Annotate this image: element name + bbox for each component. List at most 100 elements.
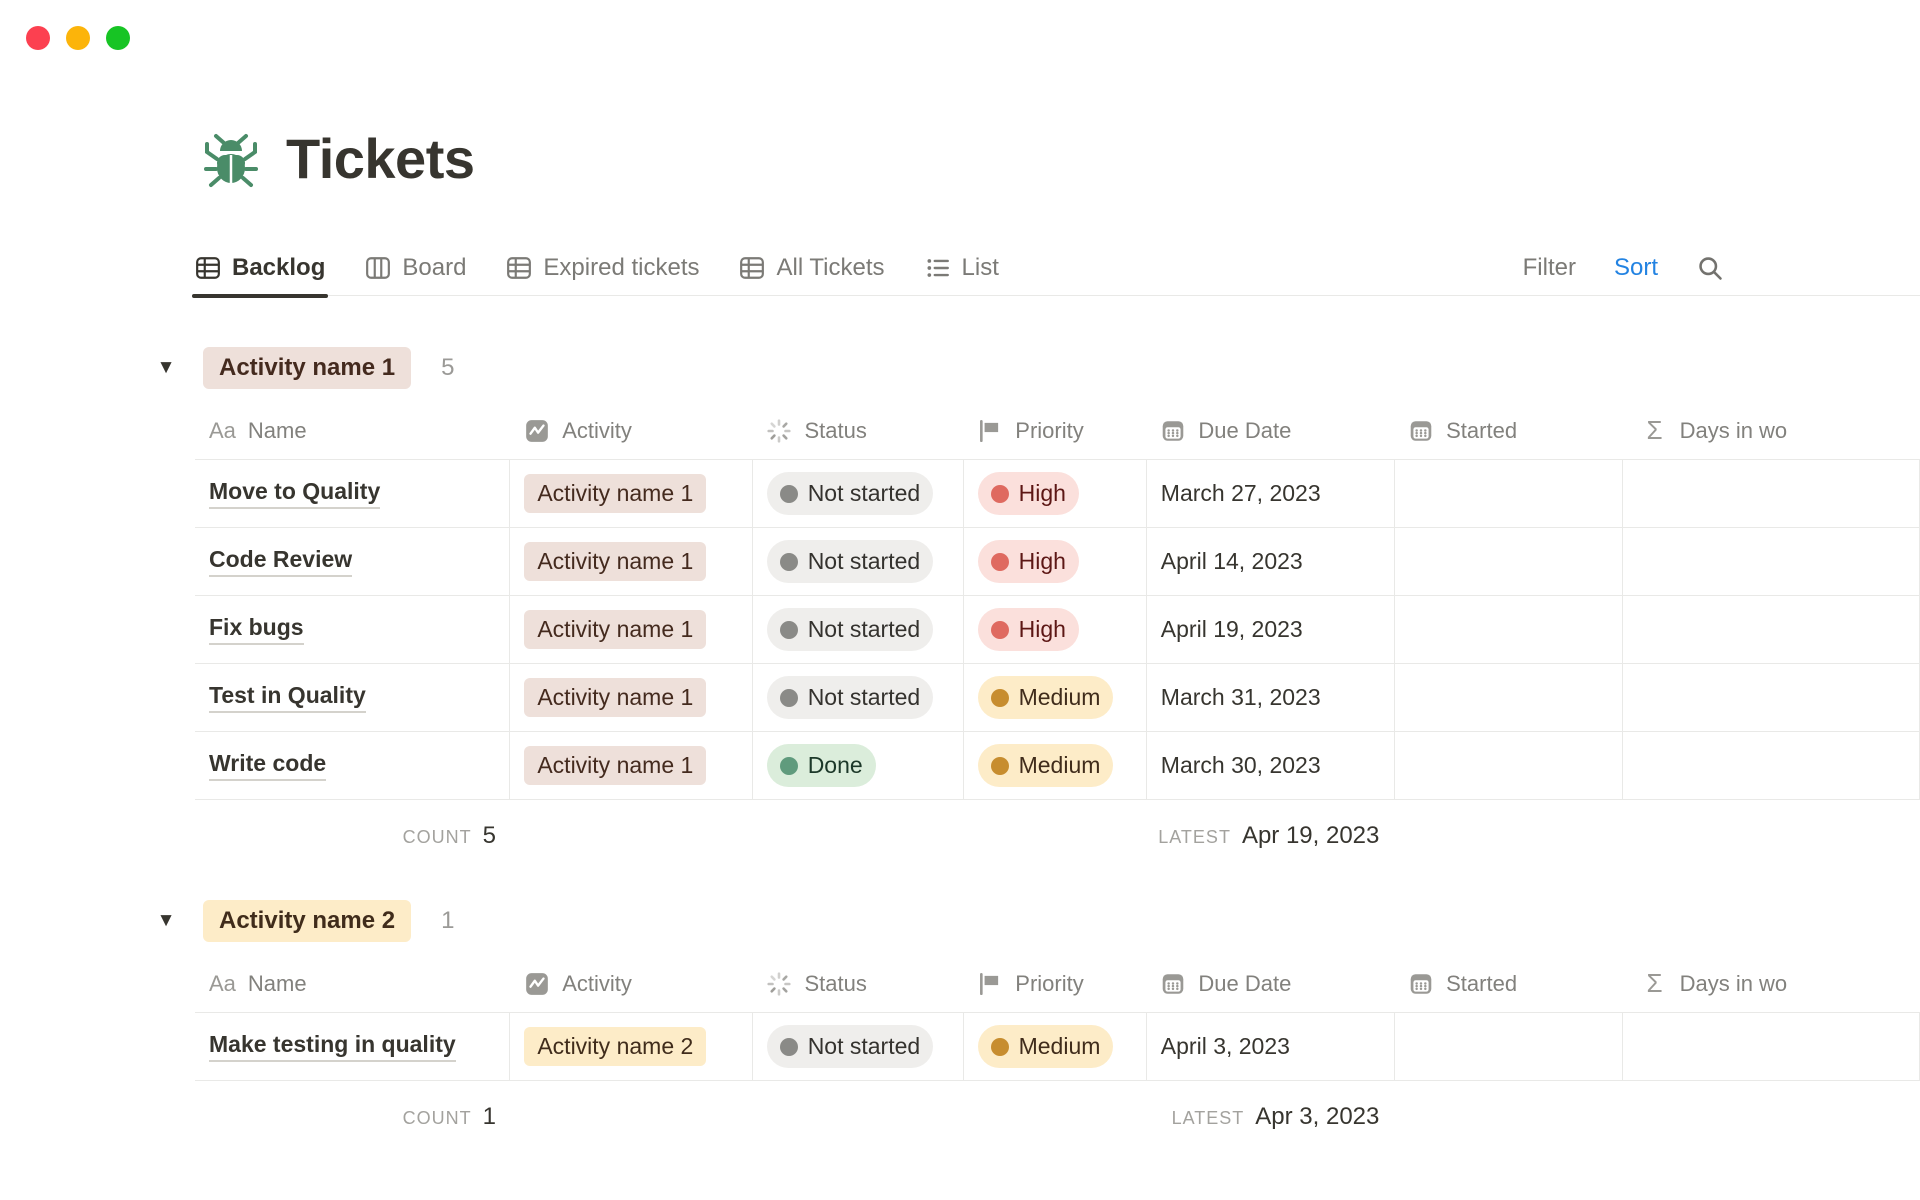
count-aggregate[interactable]: COUNT 1 <box>195 1103 510 1131</box>
column-header-started[interactable]: Started <box>1394 418 1622 444</box>
sort-button[interactable]: Sort <box>1614 254 1658 282</box>
column-label: Activity <box>562 418 632 444</box>
priority-cell[interactable]: Medium <box>964 1013 1147 1080</box>
tab-backlog[interactable]: Backlog <box>195 240 325 296</box>
due-date-cell[interactable]: April 19, 2023 <box>1147 596 1395 663</box>
group-tag[interactable]: Activity name 1 <box>203 347 411 389</box>
days-in-work-cell[interactable] <box>1623 664 1920 731</box>
priority-cell[interactable]: Medium <box>964 732 1147 799</box>
ticket-row[interactable]: Make testing in quality Activity name 2 … <box>195 1013 1920 1081</box>
name-cell[interactable]: Code Review <box>195 528 510 595</box>
ticket-row[interactable]: Code Review Activity name 1 Not started … <box>195 528 1920 596</box>
ticket-row[interactable]: Test in Quality Activity name 1 Not star… <box>195 664 1920 732</box>
started-cell[interactable] <box>1395 1013 1623 1080</box>
due-date-cell[interactable]: April 14, 2023 <box>1147 528 1395 595</box>
activity-cell[interactable]: Activity name 1 <box>510 596 752 663</box>
due-date-cell[interactable]: March 30, 2023 <box>1147 732 1395 799</box>
collapse-toggle-icon[interactable]: ▼ <box>150 910 182 932</box>
status-cell[interactable]: Not started <box>753 1013 964 1080</box>
priority-cell[interactable]: High <box>964 460 1147 527</box>
started-cell[interactable] <box>1395 460 1623 527</box>
ticket-name-link[interactable]: Test in Quality <box>209 682 366 713</box>
column-header-name[interactable]: Aa Name <box>195 971 510 997</box>
activity-cell[interactable]: Activity name 1 <box>510 732 752 799</box>
group-activity-name-2: ▼ Activity name 2 1 Aa Name Activity Sta… <box>0 898 1920 1153</box>
status-cell[interactable]: Not started <box>753 528 964 595</box>
tab-all-tickets[interactable]: All Tickets <box>739 240 884 296</box>
tab-expired-tickets[interactable]: Expired tickets <box>506 240 699 296</box>
activity-tag: Activity name 1 <box>524 610 706 649</box>
column-header-activity[interactable]: Activity <box>510 971 752 997</box>
ticket-name-link[interactable]: Make testing in quality <box>209 1031 456 1062</box>
name-cell[interactable]: Move to Quality <box>195 460 510 527</box>
activity-cell[interactable]: Activity name 1 <box>510 664 752 731</box>
started-cell[interactable] <box>1395 664 1623 731</box>
ticket-row[interactable]: Fix bugs Activity name 1 Not started Hig… <box>195 596 1920 664</box>
group-header: ▼ Activity name 2 1 <box>0 898 1920 944</box>
due-date-cell[interactable]: April 3, 2023 <box>1147 1013 1395 1080</box>
column-header-name[interactable]: Aa Name <box>195 418 510 444</box>
priority-cell[interactable]: High <box>964 528 1147 595</box>
ticket-row[interactable]: Move to Quality Activity name 1 Not star… <box>195 460 1920 528</box>
latest-aggregate[interactable]: LATEST Apr 19, 2023 <box>1146 822 1396 850</box>
name-cell[interactable]: Write code <box>195 732 510 799</box>
column-header-due[interactable]: Due Date <box>1146 418 1394 444</box>
started-cell[interactable] <box>1395 732 1623 799</box>
priority-cell[interactable]: Medium <box>964 664 1147 731</box>
column-label: Priority <box>1015 971 1083 997</box>
days-in-work-cell[interactable] <box>1623 528 1920 595</box>
name-cell[interactable]: Fix bugs <box>195 596 510 663</box>
column-header-priority[interactable]: Priority <box>963 971 1146 997</box>
status-cell[interactable]: Not started <box>753 664 964 731</box>
days-in-work-cell[interactable] <box>1623 460 1920 527</box>
activity-cell[interactable]: Activity name 2 <box>510 1013 752 1080</box>
activity-cell[interactable]: Activity name 1 <box>510 528 752 595</box>
due-date-cell[interactable]: March 31, 2023 <box>1147 664 1395 731</box>
name-cell[interactable]: Make testing in quality <box>195 1013 510 1080</box>
close-button[interactable] <box>26 26 50 50</box>
days-in-work-cell[interactable] <box>1623 1013 1920 1080</box>
started-cell[interactable] <box>1395 596 1623 663</box>
name-cell[interactable]: Test in Quality <box>195 664 510 731</box>
status-cell[interactable]: Done <box>753 732 964 799</box>
collapse-toggle-icon[interactable]: ▼ <box>150 357 182 379</box>
ticket-name-link[interactable]: Code Review <box>209 546 352 577</box>
ticket-name-link[interactable]: Write code <box>209 750 326 781</box>
column-header-days[interactable]: Σ Days in wo <box>1623 970 1920 998</box>
group-tag[interactable]: Activity name 2 <box>203 900 411 942</box>
search-icon[interactable] <box>1696 254 1724 282</box>
column-header-status[interactable]: Status <box>752 418 963 444</box>
latest-label: LATEST <box>1158 827 1231 848</box>
column-header-priority[interactable]: Priority <box>963 418 1146 444</box>
days-in-work-cell[interactable] <box>1623 732 1920 799</box>
latest-label: LATEST <box>1172 1108 1245 1129</box>
tab-board[interactable]: Board <box>365 240 466 296</box>
column-header-started[interactable]: Started <box>1394 971 1622 997</box>
status-cell[interactable]: Not started <box>753 596 964 663</box>
status-cell[interactable]: Not started <box>753 460 964 527</box>
column-header-status[interactable]: Status <box>752 971 963 997</box>
bug-icon[interactable] <box>202 130 260 188</box>
ticket-name-link[interactable]: Move to Quality <box>209 478 380 509</box>
filter-button[interactable]: Filter <box>1523 254 1576 282</box>
due-date-value: April 14, 2023 <box>1161 548 1303 575</box>
page-title[interactable]: Tickets <box>286 126 474 191</box>
started-cell[interactable] <box>1395 528 1623 595</box>
minimize-button[interactable] <box>66 26 90 50</box>
column-header-activity[interactable]: Activity <box>510 418 752 444</box>
column-header-due[interactable]: Due Date <box>1146 971 1394 997</box>
ticket-name-link[interactable]: Fix bugs <box>209 614 304 645</box>
calendar-icon <box>1160 418 1186 444</box>
priority-cell[interactable]: High <box>964 596 1147 663</box>
zoom-button[interactable] <box>106 26 130 50</box>
due-date-cell[interactable]: March 27, 2023 <box>1147 460 1395 527</box>
column-header-days[interactable]: Σ Days in wo <box>1623 417 1920 445</box>
count-aggregate[interactable]: COUNT 5 <box>195 822 510 850</box>
latest-aggregate[interactable]: LATEST Apr 3, 2023 <box>1146 1103 1396 1131</box>
count-label: COUNT <box>403 1108 472 1129</box>
tab-list[interactable]: List <box>925 240 999 296</box>
ticket-row[interactable]: Write code Activity name 1 Done Medium M… <box>195 732 1920 800</box>
days-in-work-cell[interactable] <box>1623 596 1920 663</box>
activity-cell[interactable]: Activity name 1 <box>510 460 752 527</box>
priority-pill: High <box>978 472 1079 515</box>
